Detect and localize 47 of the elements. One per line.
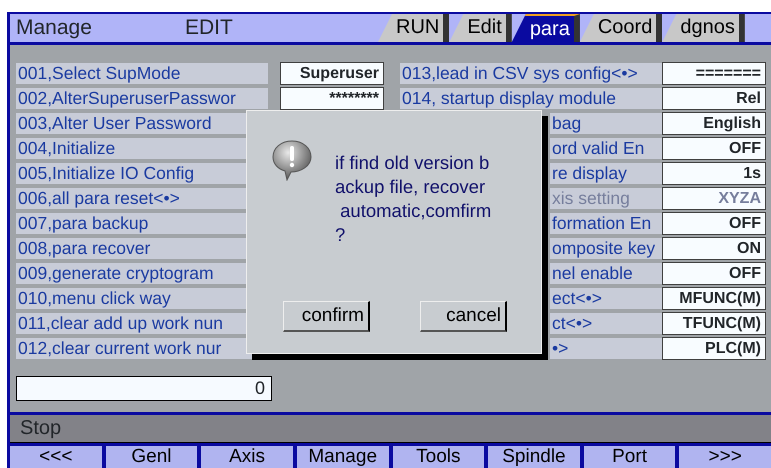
screen-title: Manage xyxy=(15,15,93,41)
tab[interactable]: Coord xyxy=(580,14,662,42)
parameter-value[interactable]: ******** xyxy=(280,87,384,110)
parameter-label[interactable]: bag xyxy=(550,113,662,134)
parameter-label[interactable]: nel enable xyxy=(550,263,662,284)
tab[interactable]: para xyxy=(512,14,580,42)
softkey-button[interactable]: Manage xyxy=(296,446,388,468)
parameter-value[interactable]: OFF xyxy=(662,212,766,235)
tab[interactable]: dgnos xyxy=(662,14,745,42)
parameter-value[interactable]: PLC(M) xyxy=(662,337,766,360)
parameter-value[interactable]: Rel xyxy=(662,87,766,110)
parameter-label[interactable]: formation En xyxy=(550,213,662,234)
tab[interactable]: RUN xyxy=(378,14,450,42)
softkey-button[interactable]: Axis xyxy=(201,446,293,468)
parameter-value[interactable]: OFF xyxy=(662,262,766,285)
parameter-label[interactable]: omposite key xyxy=(550,238,662,259)
parameter-label[interactable]: ect<•> xyxy=(550,288,662,309)
parameter-label[interactable]: 002,AlterSuperuserPasswor xyxy=(16,88,268,109)
confirm-button[interactable]: confirm xyxy=(283,301,370,332)
softkey-button[interactable]: Spindle xyxy=(488,446,580,468)
parameter-value[interactable]: 1s xyxy=(662,162,766,185)
parameter-value[interactable]: OFF xyxy=(662,137,766,160)
parameter-label[interactable]: re display xyxy=(550,163,662,184)
parameter-label[interactable]: •> xyxy=(550,338,662,359)
parameter-value[interactable]: English xyxy=(662,112,766,135)
input-field[interactable]: 0 xyxy=(16,376,272,401)
parameter-label[interactable]: 013,lead in CSV sys config<•> xyxy=(400,63,662,84)
cancel-button[interactable]: cancel xyxy=(420,301,507,332)
softkey-button[interactable]: >>> xyxy=(679,446,771,468)
status-bar: Stop xyxy=(10,412,771,443)
parameter-value[interactable]: TFUNC(M) xyxy=(662,312,766,335)
parameter-value[interactable]: MFUNC(M) xyxy=(662,287,766,310)
warning-icon xyxy=(271,139,313,181)
parameter-value[interactable]: Superuser xyxy=(280,62,384,85)
softkey-button[interactable]: Port xyxy=(584,446,676,468)
softkey-button[interactable]: Tools xyxy=(392,446,484,468)
mode-label: EDIT xyxy=(185,15,234,41)
parameter-label[interactable]: ord valid En xyxy=(550,138,662,159)
parameter-label[interactable]: 001,Select SupMode xyxy=(16,63,268,84)
tab[interactable]: Edit xyxy=(449,14,512,42)
parameter-label[interactable]: 014, startup display module xyxy=(400,88,662,109)
parameter-label[interactable]: ct<•> xyxy=(550,313,662,334)
softkey-button[interactable]: <<< xyxy=(10,446,102,468)
parameter-value[interactable]: ON xyxy=(662,237,766,260)
softkey-button[interactable]: Genl xyxy=(106,446,198,468)
parameter-value[interactable]: ======= xyxy=(662,62,766,85)
dialog-message: if find old version b ackup file, recover automatic,comfirm ? xyxy=(335,151,492,247)
